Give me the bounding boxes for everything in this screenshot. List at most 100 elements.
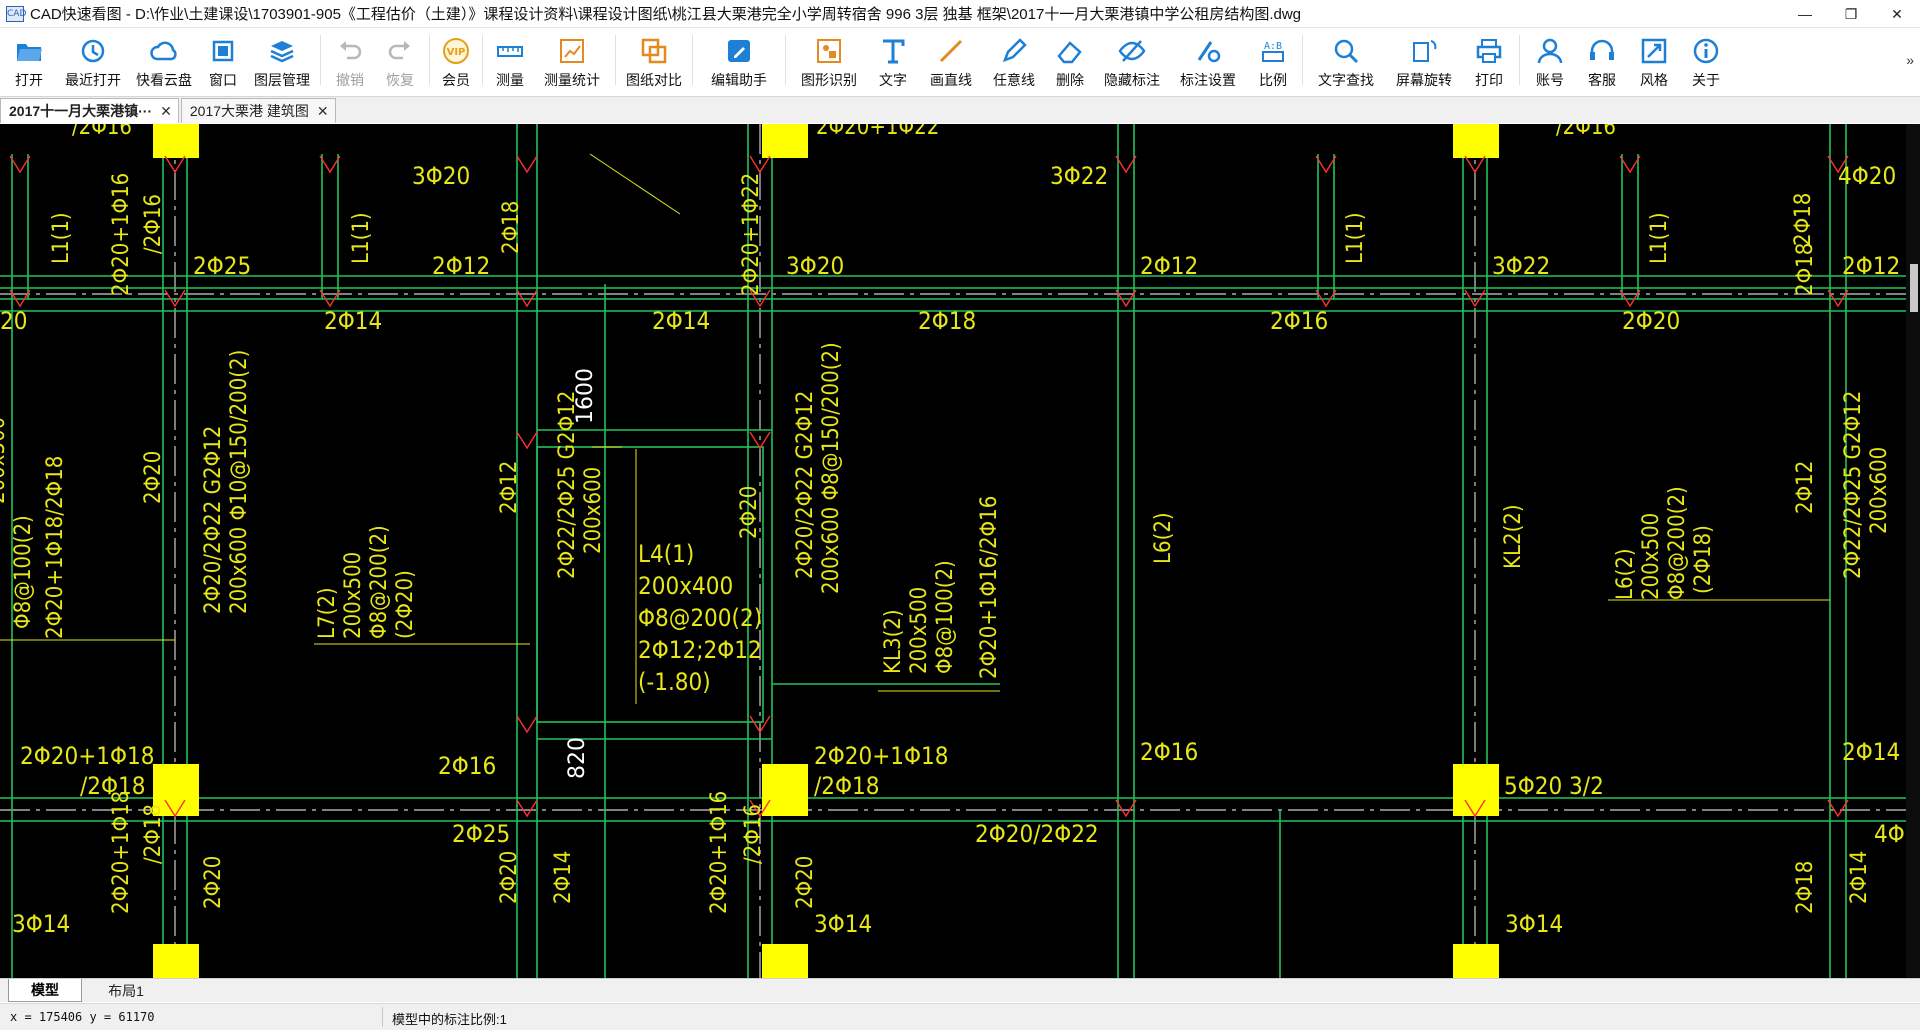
close-button[interactable]: ✕	[1874, 0, 1920, 28]
toolbar-label: 测量	[496, 72, 524, 88]
section-mark	[1315, 289, 1337, 308]
toolbar-button-16[interactable]: 删除	[1044, 28, 1096, 92]
toolbar-button-5[interactable]: 撤销	[325, 28, 375, 92]
annotation-v-kl15: KL2(2)	[1501, 504, 1526, 569]
vertical-scrollbar[interactable]	[1906, 124, 1920, 978]
measure-stats-icon	[557, 36, 587, 66]
eraser-icon	[1055, 36, 1085, 66]
tab-layout1[interactable]: 布局1	[88, 979, 164, 1002]
annotation-t-r2: 3Φ22	[1050, 162, 1108, 190]
toolbar-separator	[482, 35, 483, 85]
printer-icon	[1474, 36, 1504, 66]
toolbar-separator	[692, 35, 693, 85]
annotation-t-l4-5: (-1.80)	[638, 668, 711, 696]
annotation-v-lf1: Φ8@100(2)	[11, 515, 36, 629]
layers-icon	[267, 36, 297, 66]
annotation-v-l7b: 200x500	[341, 552, 366, 639]
status-divider	[382, 1007, 383, 1027]
annotation-v-kl10: KL3(2)	[881, 609, 906, 674]
annotation-t-m8: 2Φ14	[1842, 738, 1900, 766]
annotation-v-kl11: 200x500	[907, 587, 932, 674]
annotation-v-n9: 2Φ18	[1793, 861, 1818, 914]
cursor-coordinates: x = 175406 y = 61170	[10, 1010, 155, 1024]
toolbar-button-14[interactable]: 画直线	[918, 28, 984, 92]
toolbar-button-22[interactable]: 打印	[1463, 28, 1515, 92]
toolbar-button-26[interactable]: 关于	[1680, 28, 1732, 92]
toolbar-button-8[interactable]: 测量	[487, 28, 533, 92]
dimension-v-d2: 820	[565, 737, 590, 779]
tab-structure-drawing[interactable]: 2017十一月大栗港镇··· ✕	[0, 98, 179, 123]
minimize-button[interactable]: —	[1782, 0, 1828, 28]
section-mark	[1827, 799, 1849, 818]
toolbar-button-24[interactable]: 客服	[1576, 28, 1628, 92]
toolbar-overflow-button[interactable]: »	[1906, 52, 1914, 68]
toolbar-button-25[interactable]: 风格	[1628, 28, 1680, 92]
toolbar-label: 屏幕旋转	[1396, 72, 1452, 88]
toolbar-button-23[interactable]: 账号	[1524, 28, 1576, 92]
toolbar-button-13[interactable]: 文字	[868, 28, 918, 92]
ruler-icon	[495, 36, 525, 66]
toolbar-button-15[interactable]: 任意线	[984, 28, 1044, 92]
toolbar-button-20[interactable]: 文字查找	[1307, 28, 1385, 92]
annotation-t-c6: 2Φ12	[1842, 252, 1900, 280]
toolbar-button-18[interactable]: 标注设置	[1168, 28, 1248, 92]
toolbar-button-19[interactable]: A:B 比例	[1248, 28, 1298, 92]
annotation-v-n2: /2Φ18	[141, 804, 166, 864]
annotation-t-m4: 2Φ20+1Φ18	[814, 742, 948, 770]
toolbar-label: 快看云盘	[136, 72, 192, 88]
section-mark	[1619, 155, 1641, 174]
annotation-v-a1: 2Φ20+1Φ16	[109, 173, 134, 296]
annotation-v-l1b: L1(1)	[349, 212, 374, 264]
maximize-button[interactable]: ❐	[1828, 0, 1874, 28]
section-mark	[1464, 155, 1486, 174]
shape-recognition-icon	[814, 36, 844, 66]
annotation-t-m1: 2Φ20+1Φ18	[20, 742, 154, 770]
annotation-v-kl20: 2Φ12	[1793, 461, 1818, 514]
rotate-screen-icon	[1409, 36, 1439, 66]
toolbar-button-0[interactable]: 打开	[2, 28, 56, 92]
toolbar-button-1[interactable]: 最近打开	[56, 28, 130, 92]
annotation-t-c5: 3Φ22	[1492, 252, 1550, 280]
hide-eye-icon	[1117, 36, 1147, 66]
toolbar-button-4[interactable]: 图层管理	[248, 28, 316, 92]
annotation-v-lf0: 200x500	[0, 417, 10, 504]
annotation-v-n6: 2Φ20+1Φ16	[707, 791, 732, 914]
annotation-t-c4: 2Φ12	[1140, 252, 1198, 280]
toolbar-button-3[interactable]: 窗口	[198, 28, 248, 92]
annotation-t-top3: /2Φ16	[1556, 124, 1616, 140]
section-mark	[1115, 799, 1137, 818]
toolbar-button-7[interactable]: VIP 会员	[434, 28, 478, 92]
toolbar-button-10[interactable]: 图纸对比	[620, 28, 688, 92]
toolbar-button-12[interactable]: 图形识别	[790, 28, 868, 92]
toolbar-label: 标注设置	[1180, 72, 1236, 88]
annotation-t-b2: 2Φ14	[324, 307, 382, 335]
tab-close-icon[interactable]: ✕	[317, 103, 329, 120]
toolbar-button-17[interactable]: 隐藏标注	[1096, 28, 1168, 92]
annotation-t-top2: 2Φ20+1Φ22	[816, 124, 939, 140]
annotation-t-l4-4: 2Φ12;2Φ12	[638, 636, 762, 664]
scrollbar-thumb[interactable]	[1910, 264, 1918, 312]
annotation-v-a6: 2Φ18	[1793, 243, 1818, 296]
tab-architecture-drawing[interactable]: 2017大栗港 建筑图 ✕	[180, 98, 336, 123]
annotation-v-kl6: 2Φ12	[497, 461, 522, 514]
annotation-v-kl8: 2Φ20/2Φ22 G2Φ12	[793, 391, 818, 579]
toolbar-button-21[interactable]: 屏幕旋转	[1385, 28, 1463, 92]
annotation-v-kl5: 200x600	[581, 467, 606, 554]
drawing-canvas[interactable]: /2Φ16 2Φ20+1Φ22/2Φ16 3Φ20 3Φ22 4Φ20 2Φ25 2Φ12 3…	[0, 124, 1920, 978]
cad-drawing[interactable]: /2Φ16 2Φ20+1Φ22/2Φ16 3Φ20 3Φ22 4Φ20 2Φ25 2Φ12 3…	[0, 124, 1920, 978]
annotation-v-n4: 2Φ20	[497, 851, 522, 904]
tab-close-icon[interactable]: ✕	[160, 103, 172, 120]
annotation-v-kl16: L6(2)	[1613, 548, 1638, 600]
toolbar-button-6[interactable]: 恢复	[375, 28, 425, 92]
toolbar-label: 删除	[1056, 72, 1084, 88]
toolbar-label: 打印	[1475, 72, 1503, 88]
annotation-t-r1: 3Φ20	[412, 162, 470, 190]
toolbar-button-11[interactable]: 编辑助手	[697, 28, 781, 92]
annotation-v-l1c: L1(1)	[1343, 212, 1368, 264]
toolbar-button-9[interactable]: 测量统计	[533, 28, 611, 92]
toolbar-button-2[interactable]: 快看云盘	[130, 28, 198, 92]
tab-model[interactable]: 模型	[8, 979, 82, 1002]
annotation-t-m3: 2Φ16	[438, 752, 496, 780]
red-section-marks	[9, 155, 1849, 818]
annotation-v-a4: 2Φ20+1Φ22	[739, 173, 764, 296]
